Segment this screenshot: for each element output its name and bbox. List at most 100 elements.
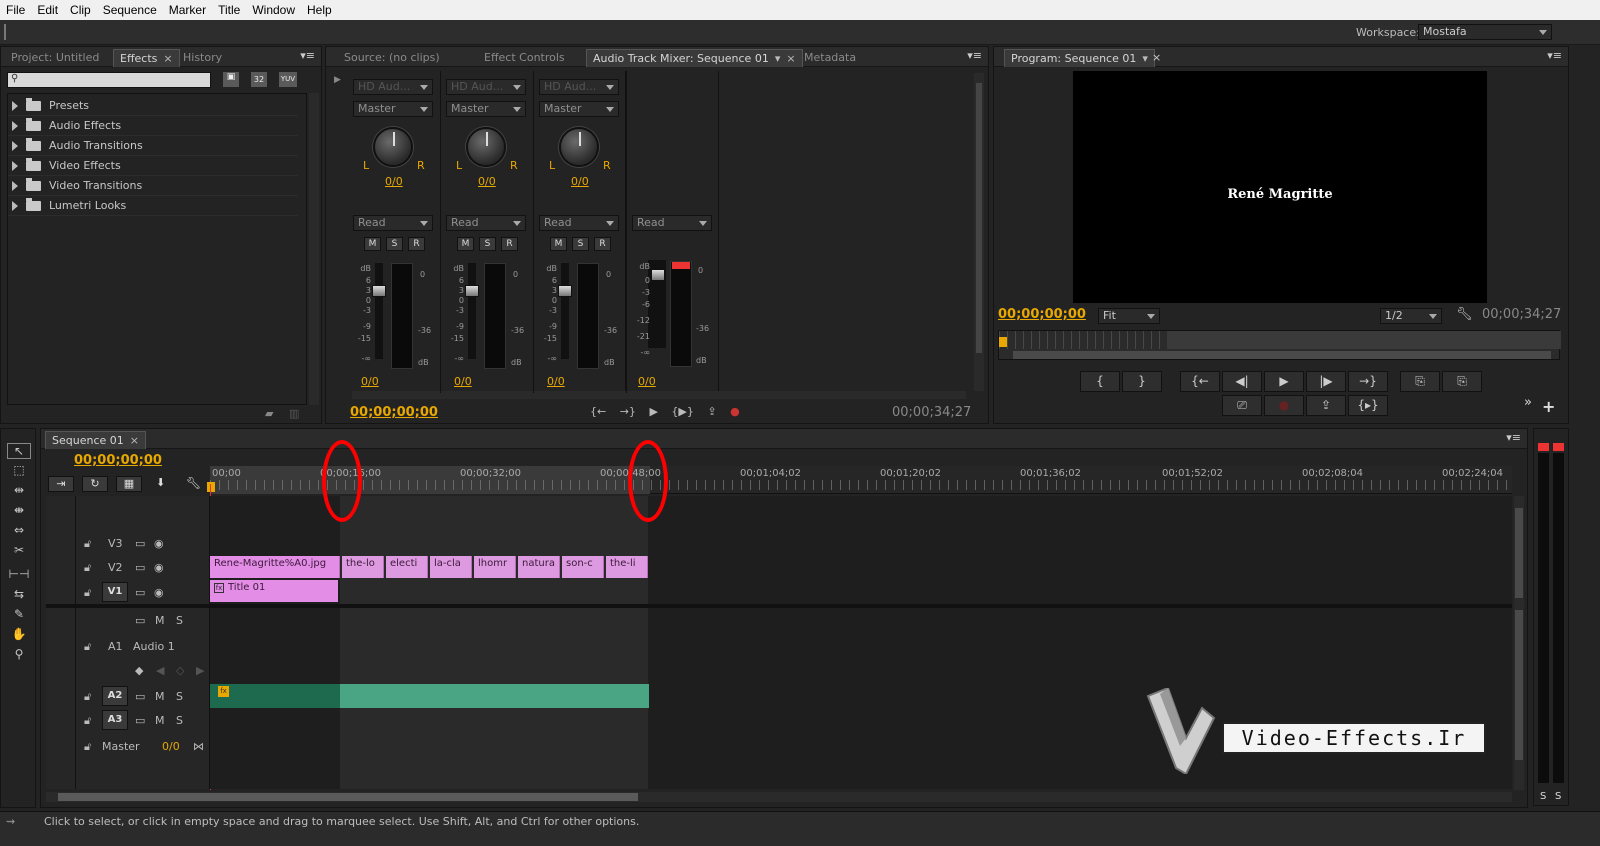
panel-menu-icon[interactable]: ▾≡ xyxy=(300,49,315,62)
next-keyframe-icon[interactable]: ▶ xyxy=(196,664,204,677)
pan-knob[interactable] xyxy=(559,127,599,167)
pan-value[interactable]: 0/0 xyxy=(478,175,496,188)
tree-item-video-effects[interactable]: Video Effects xyxy=(8,156,298,176)
go-to-in-button[interactable]: {← xyxy=(1180,371,1220,392)
tab-audio-track-mixer[interactable]: Audio Track Mixer: Sequence 01 ▾ × xyxy=(586,49,803,67)
rate-stretch-tool-icon[interactable]: ⇔ xyxy=(7,523,31,539)
playhead-icon[interactable] xyxy=(999,337,1007,347)
solo-button[interactable]: S xyxy=(176,614,183,627)
program-timecode[interactable]: 00;00;00;00 xyxy=(998,307,1086,322)
solo-button[interactable]: S xyxy=(176,714,183,727)
track-select-tool-icon[interactable]: ⬚ xyxy=(7,463,31,479)
timeline-timecode[interactable]: 00;00;00;00 xyxy=(74,453,162,468)
clip-v2[interactable]: Rene-Magritte%A0.jpg xyxy=(210,556,340,578)
sync-lock-icon[interactable]: ▭ xyxy=(135,537,145,550)
trash-icon[interactable]: ▥ xyxy=(289,407,299,420)
dropdown-icon[interactable]: ▾ xyxy=(775,52,781,65)
yuv-effects-icon[interactable]: YUV xyxy=(279,72,297,87)
step-forward-button[interactable]: |▶ xyxy=(1306,371,1346,392)
sync-lock-icon[interactable]: ▭ xyxy=(135,690,145,703)
menu-help[interactable]: Help xyxy=(301,3,338,17)
tree-item-lumetri-looks[interactable]: Lumetri Looks xyxy=(8,196,298,216)
lock-icon[interactable]: 🔓︎ xyxy=(84,561,91,575)
expand-effects-icon[interactable]: ▶ xyxy=(334,75,341,85)
mute-button[interactable]: M xyxy=(155,614,165,627)
panel-menu-icon[interactable]: ▾≡ xyxy=(1506,431,1521,444)
tab-project[interactable]: Project: Untitled xyxy=(5,49,105,67)
tab-history[interactable]: History xyxy=(177,49,228,67)
clip-v2[interactable]: electi xyxy=(386,556,428,578)
master-automation-select[interactable]: Read xyxy=(632,215,712,231)
close-icon[interactable]: × xyxy=(1146,49,1167,67)
lock-icon[interactable]: 🔓︎ xyxy=(84,690,91,704)
effects-search-input[interactable]: ⚲ xyxy=(7,72,211,88)
eye-icon[interactable]: ◉ xyxy=(154,561,164,574)
solo-right-button[interactable]: S xyxy=(1555,791,1561,802)
snap-icon[interactable]: ⇥ xyxy=(48,476,74,492)
output-select[interactable]: Master xyxy=(446,101,526,117)
eye-icon[interactable]: ◉ xyxy=(154,537,164,550)
rolling-edit-tool-icon[interactable]: ⇼ xyxy=(7,503,31,519)
pan-knob[interactable] xyxy=(466,127,506,167)
go-to-keyframe-icon[interactable]: ⋈ xyxy=(193,740,204,753)
nest-icon[interactable]: ▦ xyxy=(116,476,142,492)
audio-clip[interactable] xyxy=(340,684,649,708)
prev-keyframe-icon[interactable]: ◀ xyxy=(156,664,164,677)
program-video-frame[interactable]: René Magritte xyxy=(1073,71,1487,303)
solo-button[interactable]: S xyxy=(479,237,496,251)
go-to-in-icon[interactable]: {← xyxy=(590,405,606,418)
tab-program[interactable]: Program: Sequence 01 ▾ xyxy=(1004,49,1155,67)
solo-left-button[interactable]: S xyxy=(1540,791,1546,802)
output-select[interactable]: Master xyxy=(353,101,433,117)
selection-tool-icon[interactable]: ↖ xyxy=(7,443,31,459)
zoom-select[interactable]: Fit xyxy=(1098,308,1160,324)
menu-edit[interactable]: Edit xyxy=(31,3,64,17)
zoom-scrollbar[interactable] xyxy=(1013,351,1551,359)
tab-effect-controls[interactable]: Effect Controls xyxy=(478,49,571,67)
tab-source[interactable]: Source: (no clips) xyxy=(338,49,446,67)
track-level[interactable]: 0/0 xyxy=(547,375,565,388)
solo-button[interactable]: S xyxy=(386,237,403,251)
automation-mode-select[interactable]: Read xyxy=(446,215,526,231)
panel-menu-icon[interactable]: ▾≡ xyxy=(967,49,982,62)
mixer-timecode[interactable]: 00;00;00;00 xyxy=(350,405,438,420)
play-in-to-out-icon[interactable]: {▶} xyxy=(671,405,693,418)
pen-tool-icon[interactable]: ✎ xyxy=(7,607,31,623)
playhead-icon[interactable] xyxy=(207,482,215,492)
razor-tool-icon[interactable]: ✂ xyxy=(7,543,31,559)
export-frame-button[interactable]: ⇪ xyxy=(1306,395,1346,416)
go-to-out-icon[interactable]: →} xyxy=(620,405,636,418)
clip-v2[interactable]: lhomr xyxy=(474,556,516,578)
menu-window[interactable]: Window xyxy=(246,3,301,17)
fader-handle[interactable] xyxy=(558,285,572,297)
record-button[interactable]: R xyxy=(501,237,518,251)
clip-v2[interactable]: natura xyxy=(518,556,560,578)
zoom-tool-icon[interactable]: ⚲ xyxy=(7,647,31,663)
play-in-to-out-button[interactable]: {▸} xyxy=(1348,395,1388,416)
track-name-audio1[interactable]: Audio 1 xyxy=(133,640,175,653)
keyframe-icon[interactable]: ◆ xyxy=(135,664,143,677)
fader-handle[interactable] xyxy=(372,285,386,297)
lock-icon[interactable]: 🔓︎ xyxy=(84,714,91,728)
solo-button[interactable]: S xyxy=(176,690,183,703)
menu-sequence[interactable]: Sequence xyxy=(97,3,163,17)
tree-item-presets[interactable]: Presets xyxy=(8,96,298,116)
close-icon[interactable]: × xyxy=(786,52,795,65)
sync-lock-icon[interactable]: ▭ xyxy=(135,586,145,599)
add-keyframe-icon[interactable]: ◇ xyxy=(176,664,184,677)
track-level[interactable]: 0/0 xyxy=(361,375,379,388)
tree-item-audio-transitions[interactable]: Audio Transitions xyxy=(8,136,298,156)
pan-knob[interactable] xyxy=(373,127,413,167)
menu-clip[interactable]: Clip xyxy=(64,3,97,17)
clip-v2[interactable]: the-li xyxy=(606,556,648,578)
lock-icon[interactable]: 🔓︎ xyxy=(84,586,91,600)
extract-button[interactable]: ⎘ xyxy=(1442,371,1482,392)
play-button[interactable]: ▶ xyxy=(1264,371,1304,392)
record-button[interactable]: ● xyxy=(1264,395,1304,416)
tree-item-audio-effects[interactable]: Audio Effects xyxy=(8,116,298,136)
32bit-effects-icon[interactable]: 32 xyxy=(251,72,267,87)
clip-v2[interactable]: the-lo xyxy=(342,556,384,578)
fader-handle[interactable] xyxy=(465,285,479,297)
sync-lock-icon[interactable]: ▭ xyxy=(135,714,145,727)
linked-selection-icon[interactable]: ↻ xyxy=(82,476,108,492)
